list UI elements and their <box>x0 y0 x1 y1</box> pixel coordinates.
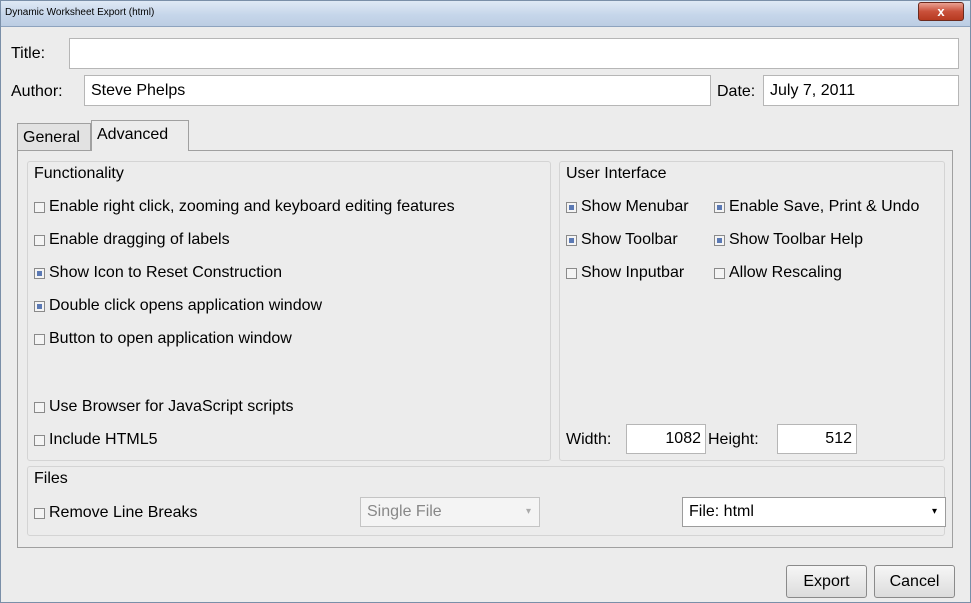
checkbox[interactable] <box>34 333 45 345</box>
checkbox[interactable] <box>714 201 725 213</box>
files-group: Files Remove Line Breaks Single File ▾ F… <box>27 466 946 536</box>
checkbox[interactable] <box>34 267 45 279</box>
option-label: Enable dragging of labels <box>49 231 230 248</box>
title-input[interactable] <box>69 38 959 69</box>
option-open-app-button[interactable]: Button to open application window <box>34 330 292 348</box>
tab-advanced[interactable]: Advanced <box>91 120 189 151</box>
dialog-content: Title: Author: Steve Phelps Date: July 7… <box>7 28 964 598</box>
files-title: Files <box>34 470 68 487</box>
width-label: Width: <box>566 431 612 448</box>
file-type-value: File: html <box>689 503 754 520</box>
tab-advanced-label: Advanced <box>97 126 169 143</box>
user-interface-group: User Interface Show Menubar Enable Save,… <box>559 161 945 461</box>
option-right-click-zoom[interactable]: Enable right click, zooming and keyboard… <box>34 198 455 216</box>
checkbox[interactable] <box>566 267 577 279</box>
checkbox[interactable] <box>34 234 45 246</box>
cancel-button[interactable]: Cancel <box>874 565 955 598</box>
chevron-down-icon: ▾ <box>931 506 937 517</box>
checkbox[interactable] <box>566 201 577 213</box>
checkbox[interactable] <box>714 234 725 246</box>
checkbox[interactable] <box>34 507 45 519</box>
date-label: Date: <box>717 83 756 100</box>
option-save-print-undo[interactable]: Enable Save, Print & Undo <box>714 198 919 216</box>
advanced-tab-panel: Functionality Enable right click, zoomin… <box>17 150 953 548</box>
functionality-title: Functionality <box>34 165 124 182</box>
width-input[interactable]: 1082 <box>626 424 706 454</box>
option-label: Include HTML5 <box>49 431 158 448</box>
option-allow-rescaling[interactable]: Allow Rescaling <box>714 264 842 282</box>
option-label: Enable right click, zooming and keyboard… <box>49 198 455 215</box>
option-label: Use Browser for JavaScript scripts <box>49 398 294 415</box>
height-input[interactable]: 512 <box>777 424 857 454</box>
file-type-select[interactable]: File: html ▾ <box>682 497 946 527</box>
checkbox[interactable] <box>34 201 45 213</box>
file-mode-select[interactable]: Single File ▾ <box>360 497 540 527</box>
option-label: Allow Rescaling <box>729 264 842 281</box>
option-show-menubar[interactable]: Show Menubar <box>566 198 689 216</box>
option-label: Enable Save, Print & Undo <box>729 198 920 215</box>
chevron-down-icon: ▾ <box>525 506 531 517</box>
option-show-toolbar[interactable]: Show Toolbar <box>566 231 678 249</box>
checkbox[interactable] <box>566 234 577 246</box>
option-label: Show Icon to Reset Construction <box>49 264 283 281</box>
checkbox[interactable] <box>34 300 45 312</box>
option-browser-js[interactable]: Use Browser for JavaScript scripts <box>34 398 294 416</box>
option-remove-line-breaks[interactable]: Remove Line Breaks <box>34 504 198 522</box>
option-include-html5[interactable]: Include HTML5 <box>34 431 158 449</box>
option-reset-icon[interactable]: Show Icon to Reset Construction <box>34 264 282 282</box>
window-title: Dynamic Worksheet Export (html) <box>5 7 155 18</box>
tab-general[interactable]: General <box>17 123 91 150</box>
option-double-click[interactable]: Double click opens application window <box>34 297 322 315</box>
option-label: Show Toolbar <box>581 231 678 248</box>
tab-general-label: General <box>23 129 80 146</box>
export-button[interactable]: Export <box>786 565 867 598</box>
file-mode-value: Single File <box>367 503 442 520</box>
functionality-group: Functionality Enable right click, zoomin… <box>27 161 551 461</box>
checkbox[interactable] <box>714 267 725 279</box>
title-label: Title: <box>11 45 46 62</box>
close-button[interactable]: x <box>918 2 964 21</box>
option-label: Show Menubar <box>581 198 689 215</box>
option-label: Button to open application window <box>49 330 292 347</box>
author-input[interactable]: Steve Phelps <box>84 75 711 106</box>
option-drag-labels[interactable]: Enable dragging of labels <box>34 231 230 249</box>
checkbox[interactable] <box>34 434 45 446</box>
date-input[interactable]: July 7, 2011 <box>763 75 959 106</box>
export-dialog: Dynamic Worksheet Export (html) x Title:… <box>0 0 971 603</box>
option-label: Show Inputbar <box>581 264 685 281</box>
height-label: Height: <box>708 431 759 448</box>
author-label: Author: <box>11 83 63 100</box>
checkbox[interactable] <box>34 401 45 413</box>
option-toolbar-help[interactable]: Show Toolbar Help <box>714 231 863 249</box>
option-label: Remove Line Breaks <box>49 504 198 521</box>
user-interface-title: User Interface <box>566 165 667 182</box>
option-label: Show Toolbar Help <box>729 231 864 248</box>
close-icon: x <box>937 4 945 19</box>
title-bar[interactable]: Dynamic Worksheet Export (html) x <box>1 1 970 27</box>
option-show-inputbar[interactable]: Show Inputbar <box>566 264 684 282</box>
option-label: Double click opens application window <box>49 297 323 314</box>
